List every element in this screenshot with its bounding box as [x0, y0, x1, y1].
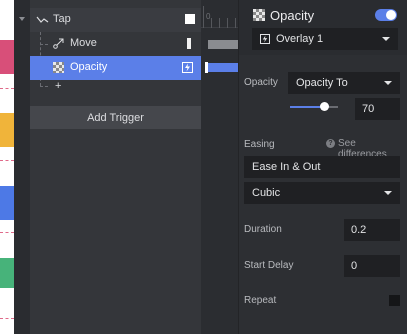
animation-enabled-toggle[interactable] — [375, 9, 397, 21]
chevron-down-icon — [382, 37, 390, 41]
opacity-mode-select[interactable]: Opacity To — [288, 72, 400, 94]
ruler-tick — [203, 6, 204, 28]
ruler-tick — [227, 18, 228, 28]
tree-gutter — [14, 0, 30, 334]
strip-segment — [0, 258, 14, 288]
checker-icon — [53, 62, 64, 73]
add-trigger-button[interactable]: Add Trigger — [30, 106, 201, 129]
repeat-label: Repeat — [244, 295, 277, 306]
curve-value: Cubic — [252, 187, 281, 199]
move-color-swatch — [187, 38, 191, 49]
opacity-timeline-bar[interactable] — [205, 63, 238, 72]
animation-opacity-row[interactable]: Opacity — [30, 56, 201, 80]
start-delay-label: Start Delay — [244, 260, 294, 271]
timeline-ruler: 0 — [201, 0, 238, 28]
animation-move-label: Move — [70, 37, 97, 49]
opacity-value-input[interactable] — [355, 98, 400, 120]
easing-value: Ease In & Out — [252, 161, 321, 173]
easing-label: Easing — [244, 139, 275, 150]
strip-segment — [0, 186, 14, 220]
repeat-checkbox[interactable] — [389, 295, 400, 306]
strip-divider — [0, 232, 14, 233]
lightning-icon — [260, 34, 270, 44]
layer-color-strip — [0, 0, 14, 334]
add-animation-row[interactable]: + — [30, 80, 201, 94]
tap-color-swatch[interactable] — [185, 14, 195, 24]
checker-icon — [253, 9, 265, 21]
opacity-slider-track[interactable] — [290, 106, 338, 108]
opacity-slider-handle[interactable] — [319, 102, 329, 111]
properties-header: Opacity Overlay 1 — [239, 0, 407, 55]
easing-select[interactable]: Ease In & Out — [244, 156, 400, 178]
curve-select[interactable]: Cubic — [244, 182, 400, 204]
trigger-tap-label: Tap — [53, 13, 71, 25]
ruler-label: 0 — [206, 12, 211, 21]
trigger-tap-row[interactable]: Tap — [30, 8, 201, 32]
opacity-mode-value: Opacity To — [296, 77, 348, 89]
duration-input[interactable] — [344, 219, 400, 241]
strip-segment — [0, 40, 14, 74]
opacity-bar-handle[interactable] — [205, 62, 208, 73]
swipe-icon — [36, 16, 49, 23]
ruler-tick — [211, 18, 212, 28]
chevron-down-icon — [384, 81, 392, 85]
target-layer-select[interactable]: Overlay 1 — [252, 28, 398, 50]
trigger-tree: Tap Move Opacity + — [30, 0, 201, 334]
animation-move-row[interactable]: Move — [30, 32, 201, 56]
move-timeline-bar[interactable] — [208, 40, 238, 49]
duration-label: Duration — [244, 224, 282, 235]
strip-segment — [0, 113, 14, 147]
strip-segment — [0, 0, 14, 14]
collapse-caret-icon[interactable] — [19, 17, 25, 21]
timeline: 0 — [201, 0, 238, 334]
ruler-tick — [235, 18, 236, 28]
add-animation-plus[interactable]: + — [55, 80, 61, 92]
panel-title: Opacity — [270, 8, 315, 23]
move-arrow-icon — [53, 38, 64, 49]
lightning-icon[interactable] — [182, 62, 193, 73]
strip-divider — [0, 318, 14, 319]
start-delay-input[interactable] — [344, 255, 400, 277]
strip-divider — [0, 88, 14, 89]
animation-opacity-label: Opacity — [70, 61, 108, 73]
chevron-down-icon — [384, 191, 392, 195]
ruler-tick — [219, 18, 220, 28]
strip-divider — [0, 160, 14, 161]
info-icon[interactable]: ? — [326, 139, 335, 148]
opacity-label: Opacity — [244, 77, 278, 88]
opacity-slider-fill — [290, 106, 324, 108]
target-layer-value: Overlay 1 — [276, 33, 324, 45]
